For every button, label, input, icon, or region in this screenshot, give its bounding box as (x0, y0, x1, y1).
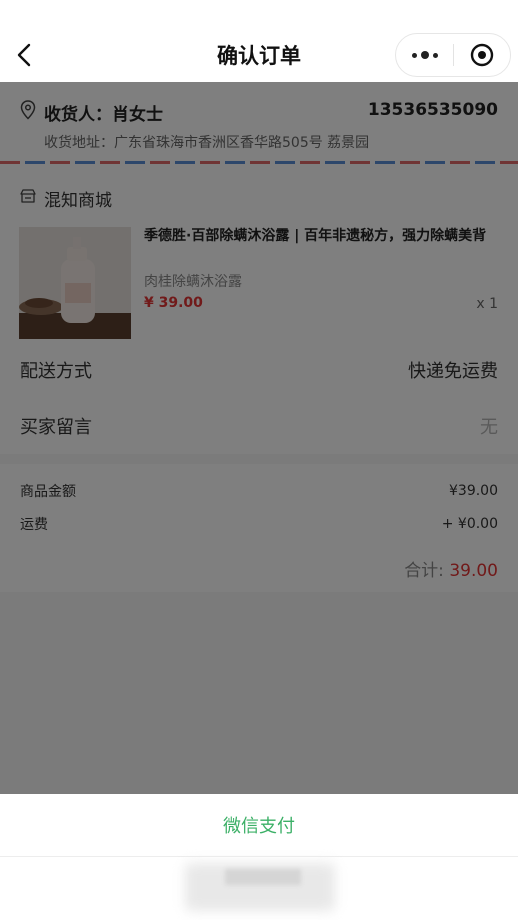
back-arrow-icon[interactable] (12, 41, 36, 69)
status-bar (0, 0, 518, 28)
payment-action-sheet: 微信支付 (0, 794, 518, 920)
page-title: 确认订单 (217, 44, 301, 68)
target-icon[interactable] (454, 42, 510, 68)
blurred-cancel-area[interactable] (0, 857, 518, 920)
more-dots-icon[interactable] (396, 51, 453, 59)
blurred-text (225, 869, 301, 885)
mini-program-capsule (395, 33, 511, 77)
nav-bar: 确认订单 (0, 28, 518, 82)
wechat-pay-button[interactable]: 微信支付 (0, 794, 518, 857)
